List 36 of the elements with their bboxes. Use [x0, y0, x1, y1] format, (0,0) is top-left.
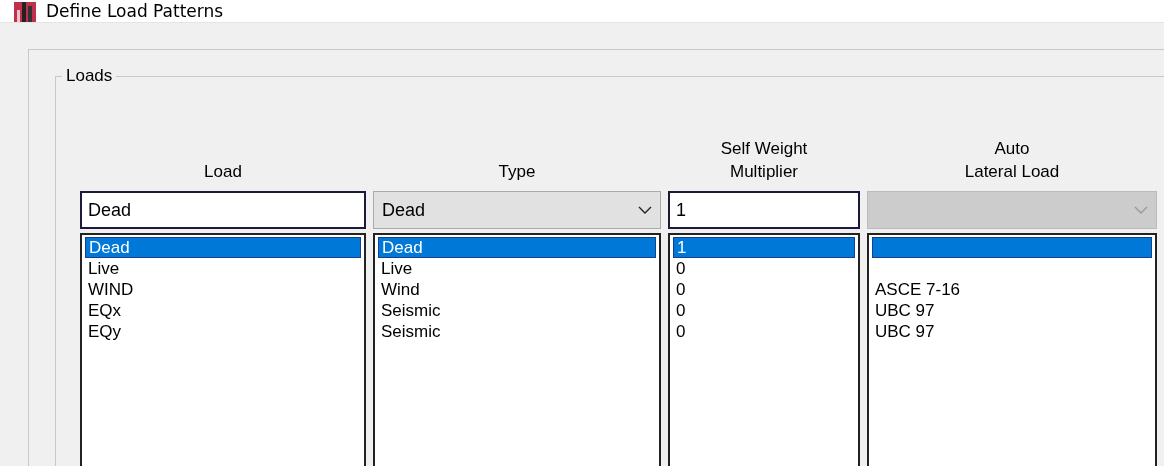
column-header: Self Weight	[720, 138, 808, 160]
column-header: Load	[204, 161, 242, 183]
list-item[interactable]: 1	[673, 237, 855, 258]
list-item[interactable]: Seismic	[378, 300, 656, 321]
app-icon	[14, 0, 36, 22]
list-item[interactable]: UBC 97	[872, 321, 1152, 342]
list-item[interactable]: ASCE 7-16	[872, 279, 1152, 300]
column-header: Type	[498, 161, 536, 183]
list-box[interactable]: ASCE 7-16 UBC 97 UBC 97	[867, 233, 1157, 466]
input-field[interactable]: Dead	[80, 191, 366, 229]
dropdown[interactable]: Dead	[373, 191, 661, 229]
list-item[interactable]: 0	[673, 258, 855, 279]
list-item[interactable]: 0	[673, 279, 855, 300]
window-title: Define Load Patterns	[46, 1, 224, 21]
input-field[interactable]: 1	[668, 191, 860, 229]
list-item[interactable]: EQy	[85, 321, 361, 342]
list-item[interactable]: 0	[673, 300, 855, 321]
chevron-icon	[638, 206, 652, 214]
list-item[interactable]: 0	[673, 321, 855, 342]
list-item[interactable]: UBC 97	[872, 300, 1152, 321]
list-item[interactable]	[872, 237, 1152, 258]
chevron-icon	[1134, 206, 1148, 214]
column-header: Lateral Load	[964, 161, 1060, 183]
list-item[interactable]: EQx	[85, 300, 361, 321]
column-header: Multiplier	[730, 161, 798, 183]
list-item[interactable]: Dead	[378, 237, 656, 258]
list-box[interactable]: Dead Live WIND EQx EQy	[80, 233, 366, 466]
list-item[interactable]: Dead	[85, 237, 361, 258]
list-item[interactable]: Seismic	[378, 321, 656, 342]
list-box[interactable]: 1 0 0 0 0	[668, 233, 860, 466]
list-box[interactable]: Dead Live Wind Seismic Seismic	[373, 233, 661, 466]
column-header: Auto	[994, 138, 1030, 160]
list-item[interactable]: Wind	[378, 279, 656, 300]
list-item[interactable]: Live	[85, 258, 361, 279]
list-item[interactable]: Live	[378, 258, 656, 279]
list-item[interactable]: WIND	[85, 279, 361, 300]
